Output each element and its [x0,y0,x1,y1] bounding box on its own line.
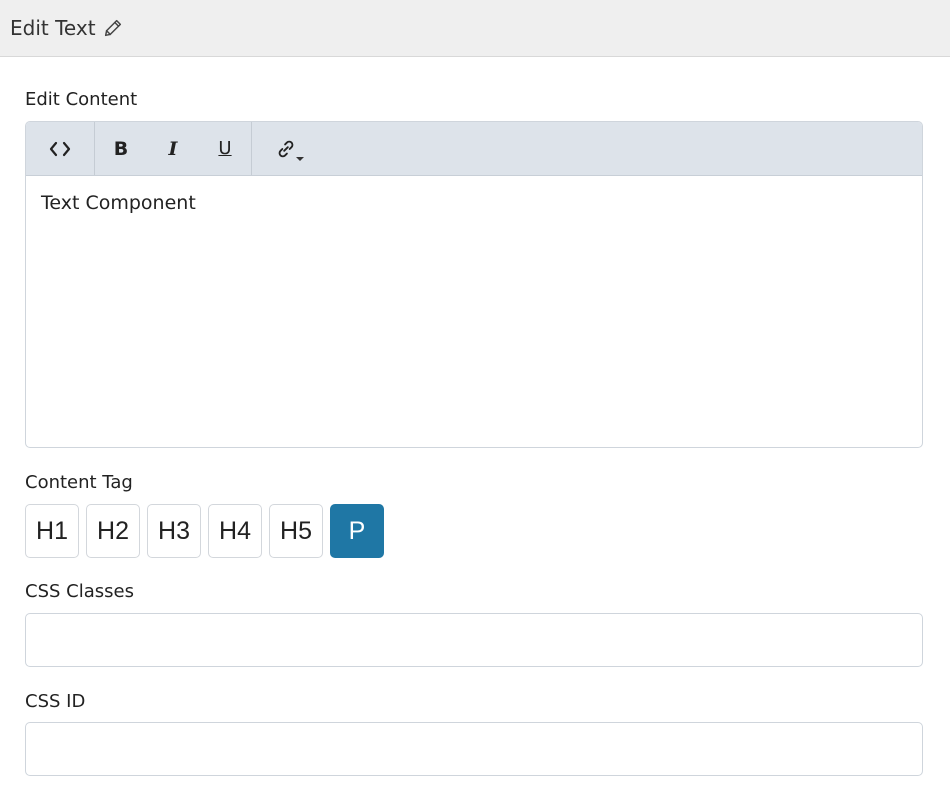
css-id-label: CSS ID [25,691,86,712]
tag-h3-button[interactable]: H3 [147,504,201,558]
css-id-input[interactable] [25,722,923,776]
content-tag-label: Content Tag [25,472,133,493]
underline-button[interactable]: U [199,122,251,176]
pencil-icon[interactable] [102,17,124,39]
toolbar-group-insert [252,122,320,175]
tag-h4-button[interactable]: H4 [208,504,262,558]
chevron-down-icon [296,156,304,161]
panel-header: Edit Text [0,0,950,57]
editor-content[interactable]: Text Component [26,176,922,230]
toolbar-group-format: B I U [95,122,252,175]
css-classes-input[interactable] [25,613,923,667]
tag-p-button[interactable]: P [330,504,384,558]
editor-toolbar: B I U [26,122,922,176]
panel-title: Edit Text [10,16,96,40]
bold-button[interactable]: B [95,122,147,176]
tag-h5-button[interactable]: H5 [269,504,323,558]
tag-h2-button[interactable]: H2 [86,504,140,558]
code-icon [49,141,71,156]
italic-button[interactable]: I [147,122,199,176]
css-classes-label: CSS Classes [25,581,134,602]
link-icon [278,140,294,157]
link-button[interactable] [252,122,320,176]
edit-content-label: Edit Content [25,89,138,110]
content-tag-selector: H1 H2 H3 H4 H5 P [25,504,384,558]
rich-text-editor: B I U Text Component [25,121,923,448]
source-code-button[interactable] [26,122,94,176]
tag-h1-button[interactable]: H1 [25,504,79,558]
toolbar-group-view [26,122,95,175]
